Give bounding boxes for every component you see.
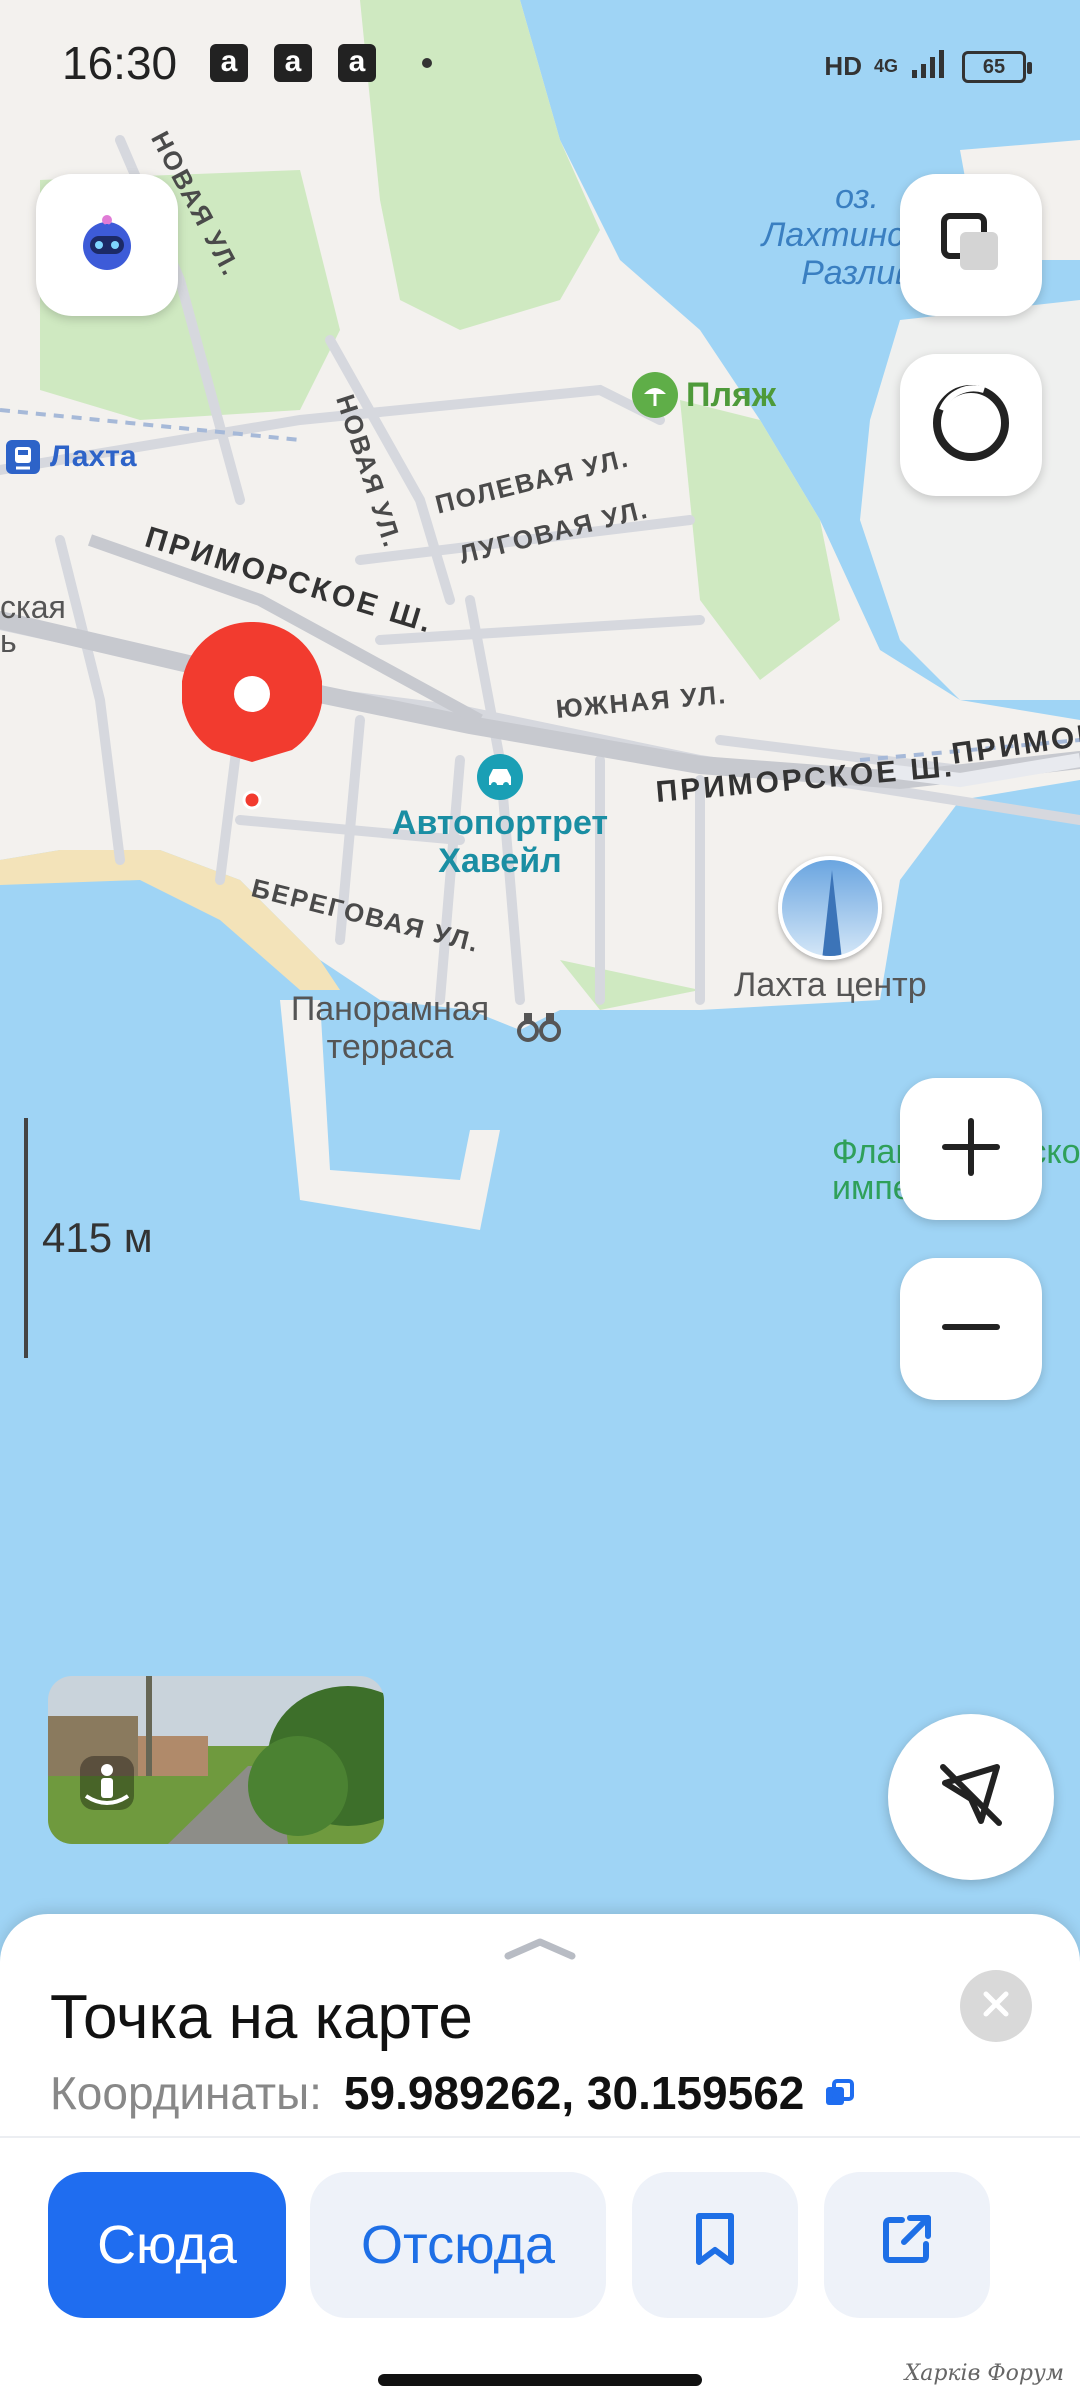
route-here-button[interactable]: Сюда [48, 2172, 286, 2318]
zoom-out-button[interactable] [900, 1258, 1042, 1400]
copy-icon[interactable] [824, 2066, 855, 2120]
layers-icon [936, 208, 1006, 283]
action-buttons: Сюда Отсюда [0, 2172, 1080, 2318]
plus-icon [941, 1117, 1001, 1182]
lakhta-center-label: Лахта центр [734, 966, 927, 1004]
car-service-label: Автопортрет Хавейл [391, 804, 609, 880]
zoom-in-button[interactable] [900, 1078, 1042, 1220]
close-icon [983, 1991, 1009, 2022]
place-title: Точка на карте [50, 1983, 473, 2052]
home-indicator[interactable] [378, 2374, 702, 2386]
sheet-grabber-chevron-icon[interactable] [504, 1936, 576, 1965]
district-label: ская ь [0, 590, 66, 658]
district-label-line1: ская [0, 589, 66, 625]
car-service-poi[interactable]: Автопортрет Хавейл [380, 754, 620, 880]
car-icon [477, 754, 523, 800]
bookmark-button[interactable] [632, 2172, 798, 2318]
hd-indicator: HD [824, 51, 862, 81]
robot-assistant-icon [72, 208, 142, 283]
share-icon [880, 2212, 934, 2279]
lakhta-center-thumbnail [778, 856, 883, 960]
beach-icon [632, 372, 678, 418]
district-label-line2: ь [0, 623, 17, 659]
coordinates-value[interactable]: 59.989262, 30.159562 [344, 2066, 804, 2120]
bookmark-icon [693, 2212, 737, 2279]
assistant-button[interactable] [36, 174, 178, 316]
alice-ring-icon [928, 380, 1014, 471]
sheet-divider [0, 2136, 1080, 2138]
beach-label: Пляж [686, 375, 776, 414]
my-location-button[interactable] [888, 1714, 1054, 1880]
layers-button[interactable] [900, 174, 1042, 316]
street-view-icon [74, 1750, 140, 1821]
panorama-terrace-label: Панорамная терраса [290, 990, 490, 1066]
beach-poi[interactable]: Пляж [632, 372, 776, 418]
status-time: 16:30 [62, 37, 178, 89]
more-notifications-dot-icon [422, 58, 432, 68]
binoculars-icon [516, 1009, 562, 1048]
notification-icon: a [338, 44, 376, 82]
map-scale-label: 415 м [42, 1214, 153, 1261]
metro-station-label: Лахта [50, 440, 137, 473]
metro-station-lakhta[interactable]: Лахта [6, 440, 137, 474]
battery-icon: 65 [962, 50, 1032, 83]
street-panorama-preview[interactable] [48, 1676, 384, 1844]
notification-icon: a [274, 44, 312, 82]
coordinates-label: Координаты: [50, 2067, 322, 2119]
signal-icon [910, 48, 950, 85]
status-bar: 16:30 a a a HD 4G 65 [0, 0, 1080, 120]
lakhta-center-poi[interactable]: Лахта центр [734, 856, 927, 1005]
map-scale-bar [24, 1118, 28, 1358]
coordinates-row: Координаты: 59.989262, 30.159562 [50, 2066, 855, 2120]
close-button[interactable] [960, 1970, 1032, 2042]
alice-button[interactable] [900, 354, 1042, 496]
minus-icon [941, 1297, 1001, 1362]
location-off-icon [931, 1755, 1011, 1840]
place-card-sheet: Точка на карте Координаты: 59.989262, 30… [0, 1914, 1080, 2400]
status-right-group: HD 4G 65 [824, 48, 1032, 85]
map-pin-marker[interactable] [181, 621, 323, 812]
train-icon [6, 440, 40, 474]
share-button[interactable] [824, 2172, 990, 2318]
watermark: Харків Форум [904, 2361, 1064, 2386]
notification-icon: a [210, 44, 248, 82]
network-type: 4G [873, 56, 898, 76]
route-from-button[interactable]: Отсюда [310, 2172, 606, 2318]
panorama-terrace-poi[interactable]: Панорамная терраса [270, 990, 562, 1066]
